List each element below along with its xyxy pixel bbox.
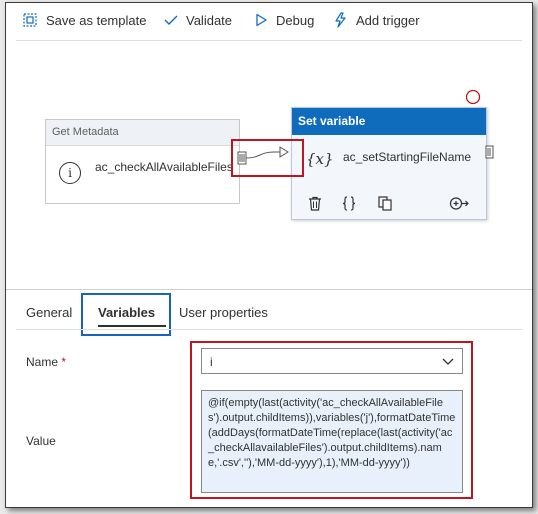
name-field-label: Name * <box>26 355 66 369</box>
activity-type-label: Get Metadata <box>46 120 239 146</box>
copy-icon[interactable] <box>378 196 392 211</box>
canvas-divider <box>6 289 532 290</box>
checkmark-icon <box>164 15 178 25</box>
connector-highlight <box>231 139 304 177</box>
tab-general[interactable]: General <box>26 305 72 320</box>
activity-get-metadata[interactable]: Get Metadata i ac_checkAllAvailableFiles <box>45 119 240 204</box>
validate-button[interactable]: Validate <box>164 11 232 29</box>
pipeline-editor: Save as template Validate Debug Add trig… <box>5 2 533 508</box>
delete-icon[interactable] <box>308 196 322 211</box>
tabs-divider <box>16 329 522 330</box>
debug-button[interactable]: Debug <box>254 11 314 29</box>
add-trigger-button[interactable]: Add trigger <box>333 11 420 29</box>
activity-set-variable[interactable]: Set variable {x} ac_setStartingFileName <box>291 107 487 220</box>
add-trigger-label: Add trigger <box>356 12 420 28</box>
validate-label: Validate <box>186 12 233 28</box>
required-marker: * <box>61 355 67 369</box>
template-icon <box>23 13 37 27</box>
status-circle-icon[interactable] <box>465 89 481 105</box>
play-icon <box>256 13 267 27</box>
value-field-label: Value <box>26 434 56 448</box>
tab-user-properties[interactable]: User properties <box>179 305 268 320</box>
add-output-icon[interactable] <box>448 196 470 211</box>
lightning-icon <box>335 12 346 28</box>
output-handle-icon[interactable] <box>485 145 495 159</box>
save-as-template-button[interactable]: Save as template <box>22 11 146 29</box>
code-icon[interactable] <box>342 196 356 211</box>
debug-label: Debug <box>276 12 315 28</box>
name-label-text: Name <box>26 355 59 369</box>
toolbar: Save as template Validate Debug Add trig… <box>6 3 532 37</box>
activity-name: ac_setStartingFileName <box>343 150 472 164</box>
info-icon: i <box>59 162 81 184</box>
activity-type-label: Set variable <box>292 108 486 135</box>
activity-name: ac_checkAllAvailableFiles <box>95 160 233 174</box>
variable-icon: {x} <box>306 150 334 168</box>
form-highlight <box>190 341 473 499</box>
save-as-template-label: Save as template <box>46 12 147 28</box>
pipeline-canvas[interactable]: Get Metadata i ac_checkAllAvailableFiles… <box>6 41 532 289</box>
